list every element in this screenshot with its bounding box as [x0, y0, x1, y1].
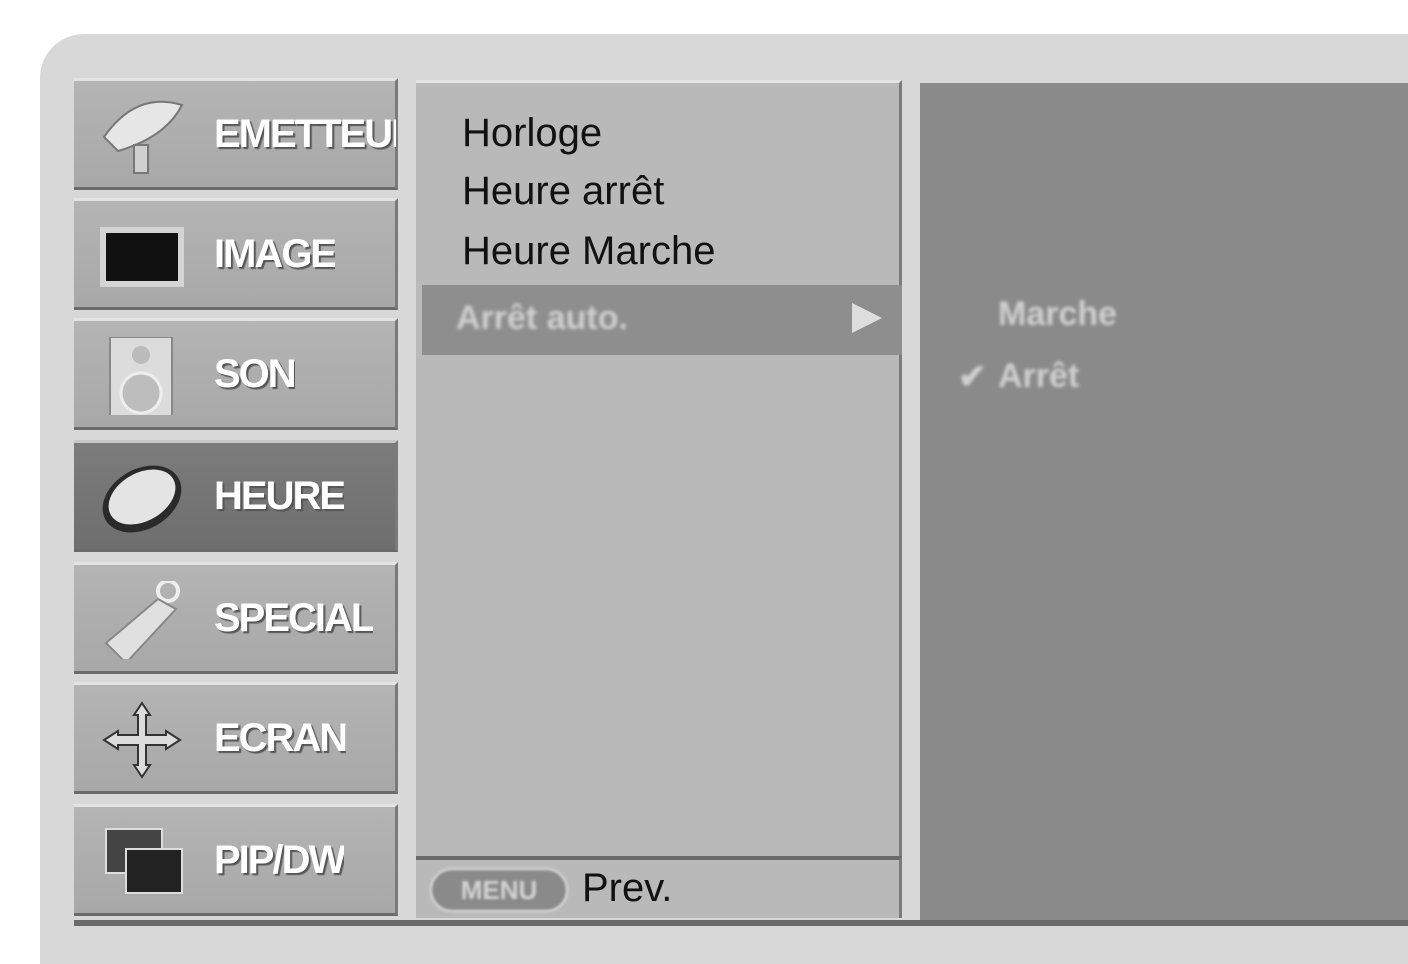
option-arret[interactable]: Arrêt — [998, 357, 1079, 396]
four-arrows-icon — [102, 701, 182, 779]
prev-label: Prev. — [582, 866, 673, 910]
menu-item-heure-arret[interactable]: Heure arrêt — [462, 169, 664, 214]
category-label: ECRAN — [214, 716, 347, 760]
category-label: PIP/DW — [214, 838, 345, 882]
option-marche[interactable]: Marche — [998, 295, 1117, 334]
tv-screen-icon — [100, 227, 184, 287]
bottom-border — [74, 920, 1408, 926]
menu-footer: MENU Prev. — [416, 856, 902, 918]
category-son[interactable]: SON — [74, 318, 398, 430]
arrow-right-icon — [852, 303, 882, 333]
clock-icon — [102, 465, 182, 533]
category-ecran[interactable]: ECRAN — [74, 682, 398, 794]
menu-item-horloge[interactable]: Horloge — [462, 111, 602, 156]
category-label: SPECIAL — [214, 596, 374, 640]
category-emetteur[interactable]: EMETTEUR — [74, 78, 398, 190]
category-special[interactable]: SPECIAL — [74, 562, 398, 674]
satellite-dish-icon — [102, 100, 184, 174]
pip-windows-icon — [105, 828, 183, 894]
category-label: EMETTEUR — [214, 112, 396, 156]
category-label: HEURE — [214, 474, 345, 518]
category-pip-dw[interactable]: PIP/DW — [74, 804, 398, 916]
menu-item-label: Arrêt auto. — [456, 299, 628, 337]
checkmark-icon: ✔ — [958, 358, 987, 396]
category-label: SON — [214, 352, 295, 396]
key-tag-icon — [104, 581, 180, 659]
options-panel: Marche ✔ Arrêt — [920, 80, 1408, 920]
category-label: IMAGE — [214, 232, 336, 276]
menu-item-arret-auto[interactable]: Arrêt auto. — [422, 285, 902, 355]
heure-submenu: Horloge Heure arrêt Heure Marche Arrêt a… — [416, 80, 902, 856]
menu-button[interactable]: MENU — [430, 868, 568, 912]
menu-item-heure-marche[interactable]: Heure Marche — [462, 229, 715, 274]
category-heure[interactable]: HEURE — [74, 440, 398, 552]
category-image[interactable]: IMAGE — [74, 198, 398, 310]
speaker-icon — [109, 337, 173, 415]
